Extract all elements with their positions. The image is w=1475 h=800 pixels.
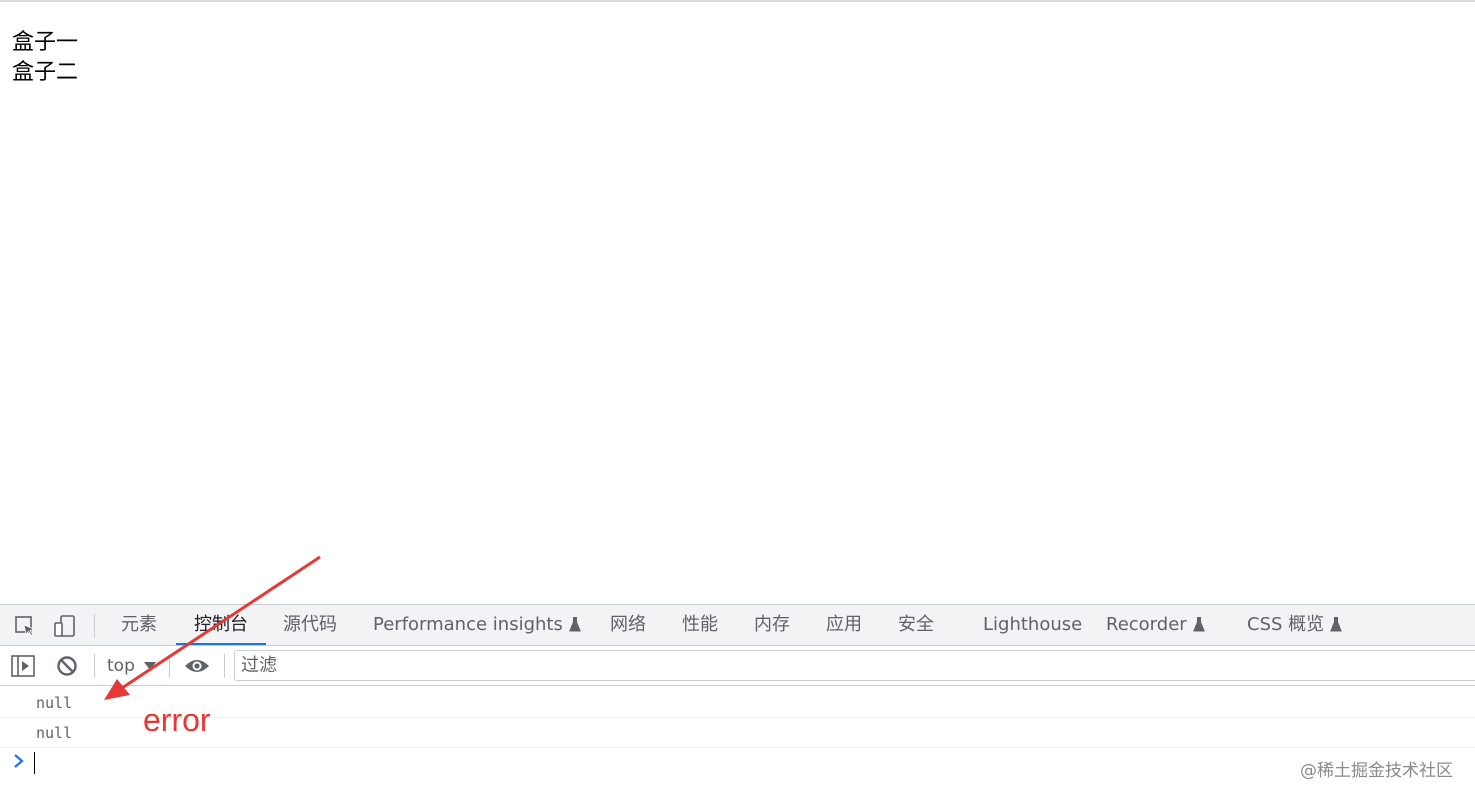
tab-label: 控制台 (194, 614, 248, 635)
tab-label: Recorder (1106, 614, 1187, 635)
devtools-panel: 元素 控制台 源代码 Performance insights 网络 性能 内存… (0, 604, 1475, 800)
watermark-text: @稀土掘金技术社区 (1300, 761, 1453, 781)
prompt-chevron-icon (14, 754, 24, 768)
console-message-row: null (0, 718, 1475, 748)
tab-elements[interactable]: 元素 (121, 605, 157, 645)
console-toolbar: top (0, 646, 1475, 686)
tab-lighthouse[interactable]: Lighthouse (983, 605, 1082, 645)
inspect-element-icon[interactable] (13, 614, 37, 638)
annotation-label: error (143, 702, 211, 738)
experiment-flask-icon (569, 617, 581, 632)
toolbar-divider (224, 654, 225, 678)
tab-network[interactable]: 网络 (610, 605, 646, 645)
tab-performance-insights[interactable]: Performance insights (373, 605, 581, 645)
clear-console-icon[interactable] (56, 655, 78, 677)
experiment-flask-icon (1193, 617, 1205, 632)
text-cursor (34, 752, 35, 774)
page-viewport: 盒子一 盒子二 (0, 0, 1475, 604)
tab-css-overview[interactable]: CSS 概览 (1247, 605, 1342, 645)
tab-application[interactable]: 应用 (826, 605, 862, 645)
box-two-text: 盒子二 (12, 60, 79, 85)
tab-label: 内存 (754, 614, 790, 635)
tab-memory[interactable]: 内存 (754, 605, 790, 645)
tab-console[interactable]: 控制台 (176, 605, 266, 645)
tab-label: 应用 (826, 614, 862, 635)
tab-label: 网络 (610, 614, 646, 635)
tab-label: 元素 (121, 614, 157, 635)
context-selector[interactable]: top (107, 646, 157, 686)
tab-label: CSS 概览 (1247, 614, 1325, 635)
tab-performance[interactable]: 性能 (682, 605, 718, 645)
tab-recorder[interactable]: Recorder (1106, 605, 1205, 645)
console-message-row: null (0, 688, 1475, 718)
console-filter-input[interactable] (234, 650, 1475, 681)
context-selector-value: top (107, 656, 135, 676)
tab-label: 性能 (682, 614, 718, 635)
dropdown-arrow-icon (144, 662, 157, 670)
console-message-text: null (36, 724, 73, 742)
sidebar-toggle-icon[interactable] (11, 655, 35, 677)
tab-label: 源代码 (283, 614, 337, 635)
tabbar-divider (94, 614, 95, 638)
tab-security[interactable]: 安全 (898, 605, 934, 645)
tab-label: Performance insights (373, 614, 563, 635)
tab-label: Lighthouse (983, 614, 1083, 635)
toolbar-divider (94, 654, 95, 678)
live-expression-eye-icon[interactable] (184, 657, 210, 675)
box-one-text: 盒子一 (12, 30, 79, 55)
device-toggle-icon[interactable] (53, 614, 77, 638)
tab-label: 安全 (898, 614, 934, 635)
tab-sources[interactable]: 源代码 (283, 605, 337, 645)
devtools-tabbar: 元素 控制台 源代码 Performance insights 网络 性能 内存… (0, 604, 1475, 646)
console-message-text: null (36, 694, 73, 712)
toolbar-divider (169, 654, 170, 678)
console-prompt[interactable] (0, 748, 1475, 780)
experiment-flask-icon (1330, 617, 1342, 632)
